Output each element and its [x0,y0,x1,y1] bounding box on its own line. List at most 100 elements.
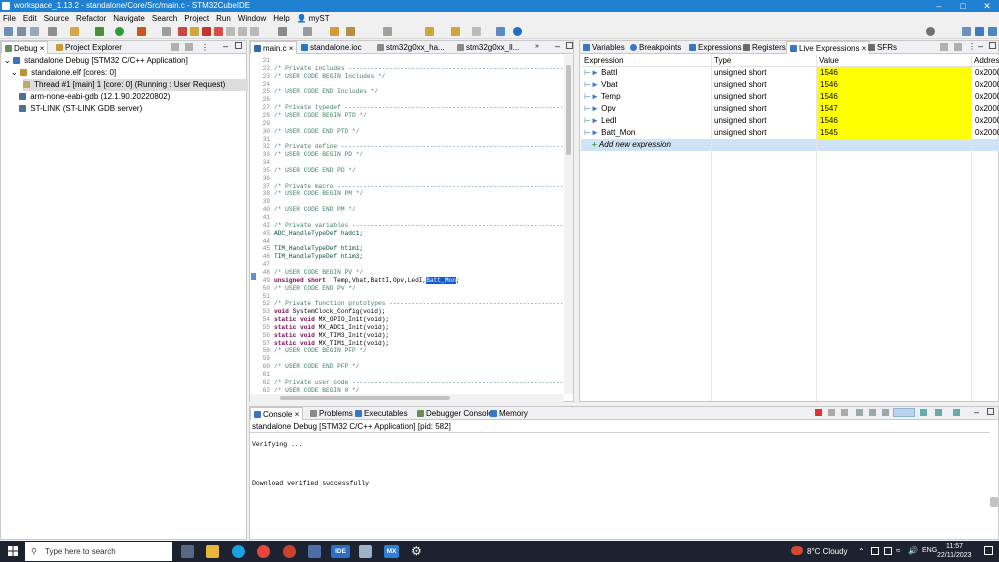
minimize-view-icon[interactable]: – [978,41,983,51]
add-expression-row[interactable]: + Add new expression [581,139,999,151]
nav-arrow-icon[interactable] [472,27,481,36]
instruction-step-icon[interactable] [278,27,287,36]
link-editor-icon[interactable] [185,43,193,51]
open-folder-icon[interactable] [330,27,339,36]
remove-all-icon[interactable] [940,43,948,51]
menu-edit[interactable]: Edit [23,14,37,23]
forward-icon[interactable] [451,27,460,36]
code-line[interactable]: /* Private variables -------------------… [274,222,563,229]
app-icon[interactable] [308,545,321,558]
pin-icon[interactable] [496,27,505,36]
tree-item-gdb[interactable]: arm-none-eabi-gdb (12.1.90.20220802) [19,91,170,103]
expression-row[interactable]: ⊢► Opv unsigned short 1547 0x2000 [581,103,999,115]
disconnect-icon[interactable] [214,27,223,36]
tab-debugger-console[interactable]: Debugger Console [414,407,496,420]
weather-icon[interactable] [791,546,803,555]
code-line[interactable]: /* USER CODE END PFP */ [274,363,359,370]
code-line[interactable]: /* USER CODE BEGIN PV */ [274,269,363,276]
collapse-all-icon[interactable] [171,43,179,51]
run-icon[interactable] [115,27,124,36]
hscroll-thumb[interactable] [280,396,450,400]
menu-source[interactable]: Source [44,14,69,23]
expression-row[interactable]: ⊢► Vbat unsigned short 1546 0x2000 [581,79,999,91]
info-icon[interactable] [513,27,522,36]
battery-icon[interactable] [884,547,892,555]
copy-icon[interactable] [856,409,863,416]
notifications-icon[interactable] [984,546,993,555]
code-line[interactable]: /* USER CODE BEGIN PD */ [274,151,363,158]
save-all-icon[interactable] [30,27,39,36]
expression-name[interactable]: Vbat [601,80,617,89]
menu-run[interactable]: Run [216,14,231,23]
annotation-icon[interactable] [383,27,392,36]
tab-debug[interactable]: Debug × [1,41,49,54]
scroll-lock-icon[interactable] [882,409,889,416]
menu-help[interactable]: Help [273,14,289,23]
tab-registers[interactable]: Registers [740,41,789,54]
view-menu-icon[interactable]: ⋮ [201,43,209,52]
new-icon[interactable] [4,27,13,36]
user-icon[interactable]: 👤 [297,14,307,23]
tab-main-c[interactable]: main.c × [250,41,298,54]
word-wrap-toggle[interactable] [893,408,915,417]
notes-icon[interactable] [359,545,372,558]
code-line[interactable]: /* USER CODE BEGIN PTD */ [274,112,367,119]
perspective-debug-icon[interactable] [988,27,997,36]
save-icon[interactable] [17,27,26,36]
code-line[interactable]: /* Private typedef ---------------------… [274,104,563,111]
code-line[interactable]: /* USER CODE BEGIN PM */ [274,190,363,197]
menu-window[interactable]: Window [238,14,266,23]
tab-variables[interactable]: Variables [580,41,628,54]
code-line[interactable]: /* USER CODE BEGIN PFP */ [274,347,367,354]
code-line[interactable]: /* Private includes --------------------… [274,65,563,72]
code-line[interactable]: void SystemClock_Config(void); [274,308,385,315]
column-header[interactable]: Type [711,55,816,67]
chrome-profile-icon[interactable] [283,545,296,558]
tab-standalone-ioc[interactable]: standalone.ioc [298,41,365,54]
code-line[interactable]: static void MX_GPIO_Init(void); [274,316,389,323]
code-line[interactable]: /* USER CODE BEGIN Includes */ [274,73,385,80]
scroll-thumb[interactable] [566,65,571,155]
code-line[interactable]: /* Private function prototypes ---------… [274,300,563,307]
tab-stm32g0xx-ll[interactable]: stm32g0xx_ll... [454,41,522,54]
code-line[interactable]: /* Private macro -----------------------… [274,183,563,190]
selected-text[interactable]: Batt_Mon [426,276,456,284]
code-line[interactable]: /* USER CODE END PM */ [274,206,356,213]
console-scroll-thumb[interactable] [990,497,998,507]
expression-name[interactable]: BattI [601,68,617,77]
code-line[interactable]: /* Private define ----------------------… [274,143,563,150]
view-menu-icon[interactable]: ⋮ [968,42,976,51]
code-line[interactable]: ADC_HandleTypeDef hadc1; [274,230,363,237]
perspective-mx-icon[interactable] [975,27,984,36]
resume-icon[interactable] [178,27,187,36]
menu-navigate[interactable]: Navigate [113,14,145,23]
horizontal-scrollbar[interactable] [250,394,563,402]
menu-project[interactable]: Project [184,14,209,23]
close-window-button[interactable]: ✕ [975,0,999,12]
maximize-view-icon[interactable] [987,408,994,415]
clear-console-icon[interactable] [869,409,876,416]
expression-value[interactable]: 1547 [817,103,971,115]
maximize-view-icon[interactable] [566,42,573,49]
tab-executables[interactable]: Executables [352,407,411,420]
minimize-view-icon[interactable]: – [223,41,228,51]
expression-value[interactable]: 1546 [817,79,971,91]
tree-item-stlink[interactable]: ST-LINK (ST-LINK GDB server) [19,103,142,115]
remove-launch-icon[interactable] [828,409,835,416]
tray-chevron-icon[interactable]: ⌃ [858,547,865,556]
expression-name[interactable]: Opv [601,104,616,113]
vertical-scrollbar[interactable] [564,55,573,394]
code-line[interactable]: /* USER CODE BEGIN 0 */ [274,387,359,394]
open-console-icon[interactable] [953,409,960,416]
add-icon[interactable]: + [592,140,597,149]
code-line[interactable]: static void MX_TIM3_Init(void); [274,332,389,339]
expand-chevron-icon[interactable]: ⌄ [11,68,18,77]
code-line[interactable]: /* USER CODE END PD */ [274,167,356,174]
step-into-icon[interactable] [226,27,235,36]
task-view-icon[interactable] [181,545,194,558]
tab-breakpoints[interactable]: Breakpoints [627,41,684,54]
code-line[interactable]: /* USER CODE END PTD */ [274,128,359,135]
tree-item-launch[interactable]: ⌄ standalone Debug [STM32 C/C++ Applicat… [4,55,188,67]
expression-name[interactable]: Temp [601,92,621,101]
stm32cubemx-taskbar-icon[interactable]: MX [384,545,399,558]
